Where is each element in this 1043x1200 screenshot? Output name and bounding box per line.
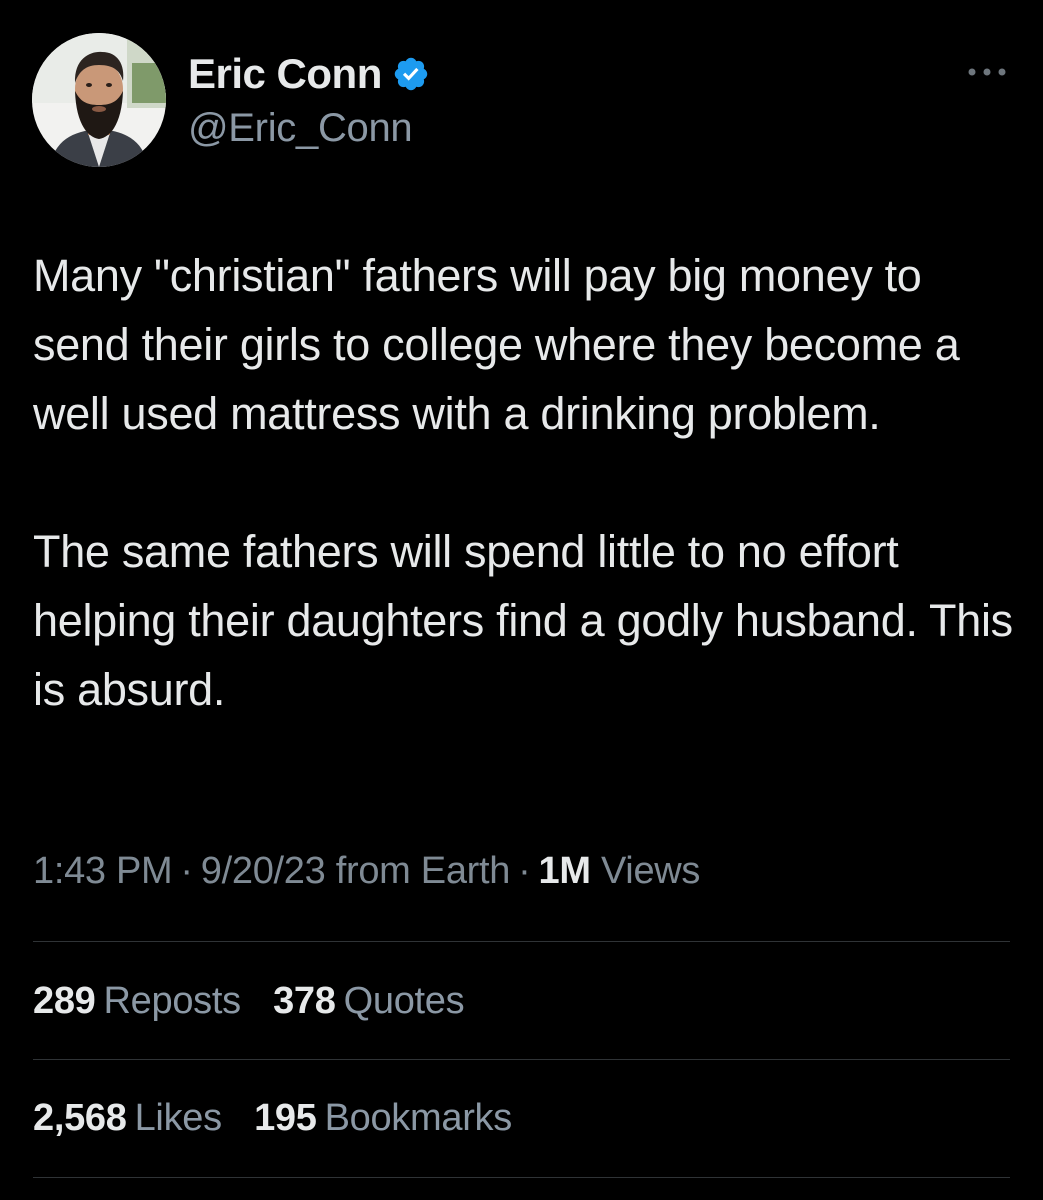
divider — [33, 941, 1010, 942]
meta-separator: · — [180, 850, 193, 892]
divider — [33, 1059, 1010, 1060]
stats-row-reposts-quotes: 289 Reposts 378 Quotes — [33, 980, 486, 1023]
verified-badge-icon[interactable] — [392, 55, 430, 93]
views-label[interactable]: Views — [601, 850, 700, 892]
stats-row-likes-bookmarks: 2,568 Likes 195 Bookmarks — [33, 1097, 534, 1140]
tweet-time[interactable]: 1:43 PM — [33, 850, 173, 892]
reposts-count: 289 — [33, 980, 96, 1022]
reposts-label: Reposts — [103, 980, 242, 1022]
tweet-metadata: 1:43 PM · 9/20/23 from Earth · 1M Views — [33, 850, 700, 893]
quotes-label: Quotes — [343, 980, 465, 1022]
tweet-date[interactable]: 9/20/23 — [201, 850, 326, 892]
more-options-icon[interactable] — [964, 62, 1010, 82]
quotes-count: 378 — [273, 980, 336, 1022]
tweet-text: Many "christian" fathers will pay big mo… — [33, 241, 1018, 724]
avatar[interactable] — [32, 33, 166, 167]
quotes-stat[interactable]: 378 Quotes — [273, 980, 465, 1023]
author-display-name[interactable]: Eric Conn — [188, 50, 382, 98]
author-info: Eric Conn @Eric_Conn — [188, 46, 430, 151]
tweet-paragraph: The same fathers will spend little to no… — [33, 526, 1026, 715]
bookmarks-stat[interactable]: 195 Bookmarks — [254, 1097, 512, 1140]
author-handle[interactable]: @Eric_Conn — [188, 106, 430, 151]
bookmarks-label: Bookmarks — [324, 1097, 513, 1139]
likes-label: Likes — [134, 1097, 223, 1139]
likes-stat[interactable]: 2,568 Likes — [33, 1097, 222, 1140]
tweet-source: from Earth — [335, 850, 511, 892]
reposts-stat[interactable]: 289 Reposts — [33, 980, 241, 1023]
tweet-paragraph: Many "christian" fathers will pay big mo… — [33, 250, 972, 439]
bookmarks-count: 195 — [254, 1097, 317, 1139]
views-count[interactable]: 1M — [538, 850, 591, 892]
avatar-image — [32, 33, 166, 167]
tweet-detail: Eric Conn @Eric_Conn Many "christian" fa… — [0, 0, 1043, 1200]
meta-separator: · — [518, 850, 531, 892]
author-name-row: Eric Conn — [188, 46, 430, 102]
likes-count: 2,568 — [33, 1097, 127, 1139]
divider — [33, 1177, 1010, 1178]
